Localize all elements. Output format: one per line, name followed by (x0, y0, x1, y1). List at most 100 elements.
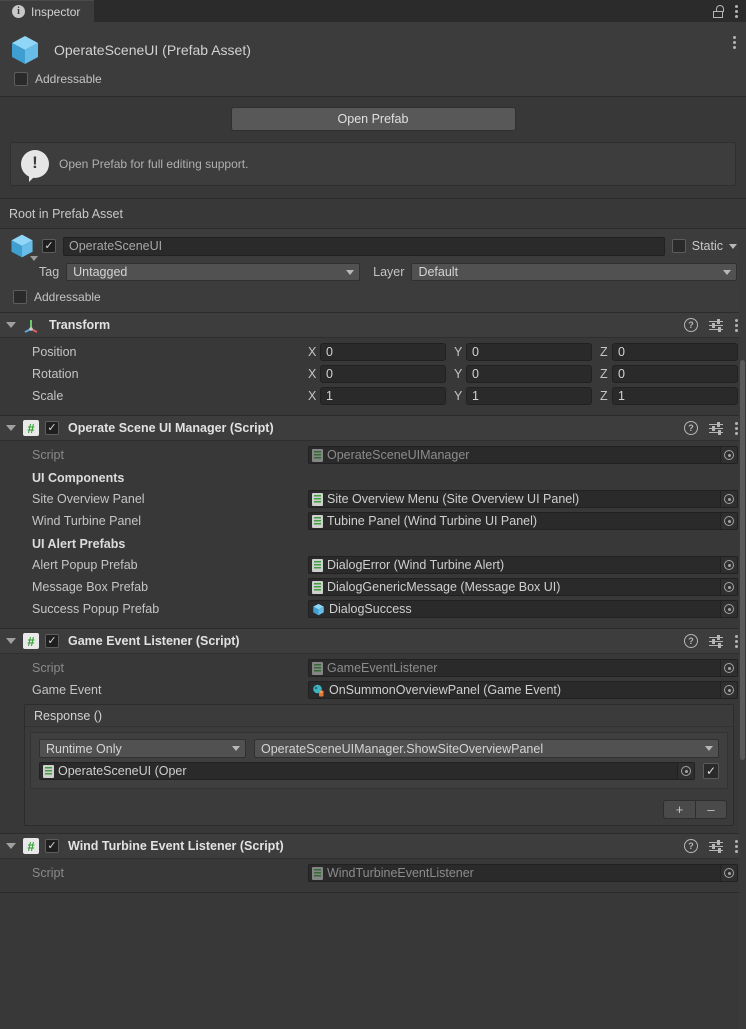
preset-icon[interactable] (709, 839, 723, 853)
site-overview-panel-field[interactable]: Site Overview Menu (Site Overview UI Pan… (308, 490, 738, 508)
object-picker-icon[interactable] (720, 601, 737, 617)
component-enabled-checkbox[interactable]: ✓ (45, 421, 59, 435)
position-y-input[interactable]: 0 (466, 343, 592, 361)
cs-script-icon (312, 492, 323, 506)
help-icon[interactable]: ? (684, 318, 698, 332)
layer-dropdown[interactable]: Default (411, 263, 737, 281)
help-icon[interactable]: ? (684, 634, 698, 648)
scrollbar-thumb[interactable] (740, 360, 745, 760)
component-header-tools: ? (684, 421, 738, 435)
object-picker-icon[interactable] (720, 491, 737, 507)
preset-icon[interactable] (709, 634, 723, 648)
runtime-mode-dropdown[interactable]: Runtime Only (39, 739, 246, 758)
object-picker-icon[interactable] (677, 763, 694, 779)
object-picker-icon[interactable] (720, 579, 737, 595)
component-operate-scene-ui-manager: # ✓ Operate Scene UI Manager (Script) ? … (0, 416, 746, 629)
gameobject-name-input[interactable]: OperateSceneUI (63, 236, 665, 256)
axis-label-x: X (308, 389, 317, 403)
chevron-down-icon[interactable] (30, 256, 38, 261)
tag-value: Untagged (73, 265, 128, 279)
cs-script-icon: # (23, 633, 39, 649)
response-entry: Runtime Only OperateSceneUIManager.ShowS… (30, 732, 728, 789)
game-event-field[interactable]: OnSummonOverviewPanel (Game Event) (308, 681, 738, 699)
gameobject-addressable-checkbox[interactable] (13, 290, 27, 304)
kebab-menu-icon[interactable] (734, 839, 738, 853)
preset-icon[interactable] (709, 318, 723, 332)
axis-label-x: X (308, 367, 317, 381)
tag-label: Tag (39, 265, 60, 279)
help-icon[interactable]: ? (684, 839, 698, 853)
asset-title-row: OperateSceneUI (Prefab Asset) (10, 30, 736, 70)
component-enabled-checkbox[interactable]: ✓ (45, 839, 59, 853)
component-title: Game Event Listener (Script) (68, 634, 240, 648)
message-box-prefab-field[interactable]: DialogGenericMessage (Message Box UI) (308, 578, 738, 596)
kebab-menu-icon[interactable] (734, 421, 738, 435)
cs-script-icon (312, 514, 323, 528)
response-target-value: OperateSceneUI (Oper (58, 764, 187, 778)
component-enabled-checkbox[interactable]: ✓ (45, 634, 59, 648)
cs-script-icon (312, 661, 323, 675)
cs-script-icon: # (23, 838, 39, 854)
wind-turbine-panel-field[interactable]: Tubine Panel (Wind Turbine UI Panel) (308, 512, 738, 530)
object-picker-icon[interactable] (720, 513, 737, 529)
static-chevron-down-icon[interactable] (729, 243, 737, 249)
open-prefab-button[interactable]: Open Prefab (230, 107, 516, 131)
prefab-cube-icon[interactable] (9, 233, 38, 261)
alert-popup-prefab-field[interactable]: DialogError (Wind Turbine Alert) (308, 556, 738, 574)
object-picker-icon[interactable] (720, 682, 737, 698)
foldout-arrow-icon[interactable] (6, 843, 16, 849)
object-picker-icon[interactable] (720, 447, 737, 463)
scale-z-input[interactable]: 1 (612, 387, 738, 405)
help-icon[interactable]: ? (684, 421, 698, 435)
message-box-prefab-row: Message Box Prefab DialogGenericMessage … (8, 577, 738, 597)
remove-response-button[interactable]: – (695, 800, 727, 819)
scale-y-input[interactable]: 1 (466, 387, 592, 405)
success-popup-prefab-field[interactable]: DialogSuccess (308, 600, 738, 618)
tag-dropdown[interactable]: Untagged (66, 263, 361, 281)
rotation-x-input[interactable]: 0 (320, 365, 446, 383)
gameobject-enabled-checkbox[interactable]: ✓ (42, 239, 56, 253)
property-label: Rotation (32, 367, 79, 381)
component-header[interactable]: # ✓ Wind Turbine Event Listener (Script)… (0, 834, 746, 859)
static-control: Static (671, 239, 737, 253)
response-bool-argument-checkbox[interactable]: ✓ (703, 763, 719, 779)
scale-x-input[interactable]: 1 (320, 387, 446, 405)
info-icon: i (12, 5, 25, 18)
gameobject-header: ✓ OperateSceneUI Static Tag Untagged Lay… (0, 229, 746, 313)
component-header[interactable]: Transform ? (0, 313, 746, 338)
foldout-arrow-icon[interactable] (6, 638, 16, 644)
rotation-y-input[interactable]: 0 (466, 365, 592, 383)
response-method-dropdown[interactable]: OperateSceneUIManager.ShowSiteOverviewPa… (254, 739, 719, 758)
object-picker-icon[interactable] (720, 557, 737, 573)
axis-label-z: Z (600, 367, 608, 381)
object-picker-icon[interactable] (720, 865, 737, 881)
object-picker-icon[interactable] (720, 660, 737, 676)
kebab-menu-icon[interactable] (734, 318, 738, 332)
position-x-input[interactable]: 0 (320, 343, 446, 361)
kebab-menu-icon[interactable] (734, 634, 738, 648)
rotation-y: Y 0 (454, 365, 592, 383)
lock-open-icon[interactable] (712, 4, 724, 18)
position-z-input[interactable]: 0 (612, 343, 738, 361)
asset-addressable-checkbox[interactable] (14, 72, 28, 86)
tab-inspector[interactable]: i Inspector (0, 0, 95, 22)
property-label: Success Popup Prefab (32, 602, 160, 616)
add-response-button[interactable]: + (663, 800, 695, 819)
property-label: Script (32, 866, 64, 880)
foldout-arrow-icon[interactable] (6, 425, 16, 431)
vertical-scrollbar[interactable] (739, 240, 746, 1029)
response-target-object-field[interactable]: OperateSceneUI (Oper (39, 762, 695, 780)
component-header[interactable]: # ✓ Game Event Listener (Script) ? (0, 629, 746, 654)
asset-kebab-menu-icon[interactable] (732, 36, 736, 49)
preset-icon[interactable] (709, 421, 723, 435)
foldout-arrow-icon[interactable] (6, 322, 16, 328)
axis-label-z: Z (600, 389, 608, 403)
vector3-field: X 0 Y 0 Z 0 (308, 365, 738, 383)
kebab-menu-icon[interactable] (734, 4, 738, 18)
static-checkbox[interactable] (671, 239, 686, 253)
unity-event-response-list: Response () Runtime Only OperateSceneUIM… (24, 704, 734, 826)
component-header[interactable]: # ✓ Operate Scene UI Manager (Script) ? (0, 416, 746, 441)
alert-popup-prefab-row: Alert Popup Prefab DialogError (Wind Tur… (8, 555, 738, 575)
axis-label-y: Y (454, 367, 463, 381)
rotation-z-input[interactable]: 0 (612, 365, 738, 383)
